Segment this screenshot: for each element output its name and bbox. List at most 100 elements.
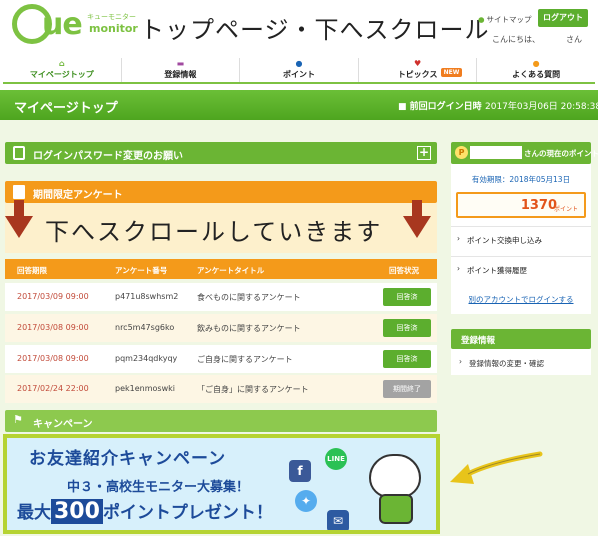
campaign-header: ⚑ キャンペーン	[5, 410, 437, 432]
document-icon	[13, 146, 25, 160]
banner-headline: お友達紹介キャンペーン	[29, 449, 227, 469]
link-label: 登録情報の変更・確認	[469, 359, 544, 368]
row-title[interactable]: 飲みものに関するアンケート	[197, 323, 301, 334]
scroll-note: 下へスクロールしていきます	[45, 218, 383, 246]
house-icon: ⌂	[58, 59, 65, 68]
points-value: 1370	[520, 198, 557, 213]
column-header: 回答期限	[17, 266, 47, 275]
table-row: 2017/03/08 09:00 nrc5m47sg6ko 飲みものに関するアン…	[5, 314, 437, 342]
nav-item-faq[interactable]: ● よくある質問	[477, 58, 595, 82]
column-header: 回答状況	[389, 266, 419, 275]
password-notice-text: ログインパスワード変更のお願い	[33, 151, 183, 162]
password-notice-bar[interactable]: ログインパスワード変更のお願い +	[5, 142, 437, 164]
pointing-arrow-icon	[450, 451, 543, 484]
points-exchange-link[interactable]: › ポイント交換申し込み	[451, 226, 591, 250]
nav-label: 登録情報	[164, 70, 197, 79]
points-expiry: 有効期限：2018年05月13日	[471, 175, 571, 184]
scroll-annotation: 下へスクロールしていきます	[5, 200, 437, 253]
row-date: 2017/03/09 09:00	[17, 292, 89, 301]
column-header: アンケート番号	[115, 266, 168, 275]
nav-label: よくある質問	[512, 70, 561, 79]
facebook-icon: f	[289, 460, 311, 482]
cue-monitor-logo[interactable]: ue キューモニター monitor	[12, 4, 138, 48]
chat-icon: ●	[532, 59, 540, 68]
row-date: 2017/03/08 09:00	[17, 354, 89, 363]
registration-header: 登録情報	[451, 329, 591, 349]
logo-sub: monitor	[89, 22, 138, 35]
nav-label: ポイント	[282, 70, 315, 79]
chevron-right-icon: ›	[457, 234, 460, 243]
points-history-link[interactable]: › ポイント獲得履歴	[451, 256, 591, 280]
last-login-text: 前回ログイン日時	[409, 102, 482, 112]
flag-icon: ⚑	[13, 413, 23, 426]
points-unit: ポイント	[553, 206, 578, 213]
nav-item-mypage-top[interactable]: ⌂ マイページトップ	[3, 58, 122, 82]
logout-button[interactable]: ログアウト	[538, 9, 588, 27]
nav-item-points[interactable]: ● ポイント	[240, 58, 359, 82]
banner-subline: 中３・高校生モニター大募集！	[67, 480, 250, 495]
line-icon: LINE	[325, 448, 347, 470]
banner-number: 300	[51, 499, 103, 524]
chevron-right-icon: ›	[457, 264, 460, 273]
table-row: 2017/03/09 09:00 p471u8swhsm2 食べものに関するアン…	[5, 283, 437, 311]
points-header-text: さんの現在のポイント数	[524, 149, 598, 158]
sitemap-link[interactable]: ● サイトマップ	[478, 14, 532, 25]
other-account-login-link[interactable]: 別のアカウントでログインする	[451, 294, 591, 305]
twitter-icon: ✦	[295, 490, 317, 512]
survey-title: 期間限定アンケート	[33, 190, 123, 201]
row-id: pek1enmoswki	[115, 384, 175, 393]
expired-button[interactable]: 期間終了	[383, 380, 431, 398]
row-id: p471u8swhsm2	[115, 292, 179, 301]
row-title[interactable]: ご自身に関するアンケート	[197, 354, 293, 365]
last-login-label: ■ 前回ログイン日時	[398, 99, 482, 112]
points-panel: 有効期限：2018年05月13日 1370 ポイント › ポイント交換申し込み …	[451, 164, 591, 314]
banner-points-line: 最大 300 ポイントプレゼント！	[17, 498, 273, 524]
row-date: 2017/03/08 09:00	[17, 323, 89, 332]
username-mask	[470, 146, 522, 159]
clipboard-icon	[13, 185, 25, 199]
sitemap-label: サイトマップ	[486, 15, 532, 24]
column-header: アンケートタイトル	[197, 266, 265, 275]
referral-campaign-banner[interactable]: お友達紹介キャンペーン 中３・高校生モニター大募集！ 最大 300 ポイントプレゼン…	[3, 434, 440, 534]
points-balance: 1370 ポイント	[456, 192, 586, 218]
logo-word: ue	[42, 7, 83, 42]
chevron-right-icon: ›	[459, 357, 462, 366]
registration-edit-link[interactable]: › 登録情報の変更・確認	[451, 349, 591, 375]
nav-item-registration[interactable]: ▬ 登録情報	[122, 58, 241, 82]
table-row: 2017/02/24 22:00 pek1enmoswki 「ご自身」に関するア…	[5, 375, 437, 403]
link-label: ポイント獲得履歴	[467, 266, 527, 275]
new-badge: NEW	[440, 68, 463, 77]
sitemap-icon: ●	[478, 15, 485, 24]
mypage-title: マイページトップ	[14, 101, 118, 116]
down-arrow-icon	[403, 200, 431, 238]
row-id: pqm234qdkyqy	[115, 354, 178, 363]
nav-label: マイページトップ	[29, 70, 94, 79]
row-title[interactable]: 食べものに関するアンケート	[197, 292, 301, 303]
expand-plus-icon[interactable]: +	[417, 146, 431, 160]
page-title: トップページ・下へスクロール	[140, 16, 490, 44]
banner-present: ポイントプレゼント！	[102, 503, 273, 523]
registration-title: 登録情報	[461, 336, 496, 346]
down-arrow-icon	[5, 200, 33, 238]
greeting-suffix: さん	[566, 35, 582, 44]
table-row: 2017/03/08 09:00 pqm234qdkyqy ご自身に関するアンケ…	[5, 345, 437, 373]
greeting-text: こんにちは、	[492, 35, 540, 44]
main-nav: ⌂ マイページトップ ▬ 登録情報 ● ポイント ♥ トピックス NEW ● よ…	[3, 58, 595, 84]
folder-icon: ▬	[176, 59, 185, 68]
cat-mascot-icon	[367, 452, 427, 524]
row-date: 2017/02/24 22:00	[17, 384, 89, 393]
campaign-title: キャンペーン	[33, 419, 93, 430]
answered-button[interactable]: 回答済	[383, 288, 431, 306]
banner-max: 最大	[17, 503, 51, 523]
row-id: nrc5m47sg6ko	[115, 323, 175, 332]
points-header: P さんの現在のポイント数	[451, 142, 598, 164]
survey-table-header: 回答期限 アンケート番号 アンケートタイトル 回答状況	[5, 259, 437, 279]
logo-kana: キューモニター	[87, 13, 136, 21]
nav-item-topics[interactable]: ♥ トピックス NEW	[359, 58, 478, 82]
coin-icon: P	[455, 146, 468, 159]
survey-header: 期間限定アンケート	[5, 181, 437, 203]
answered-button[interactable]: 回答済	[383, 350, 431, 368]
lock-icon: ■	[398, 102, 410, 112]
row-title[interactable]: 「ご自身」に関するアンケート	[197, 384, 309, 395]
answered-button[interactable]: 回答済	[383, 319, 431, 337]
